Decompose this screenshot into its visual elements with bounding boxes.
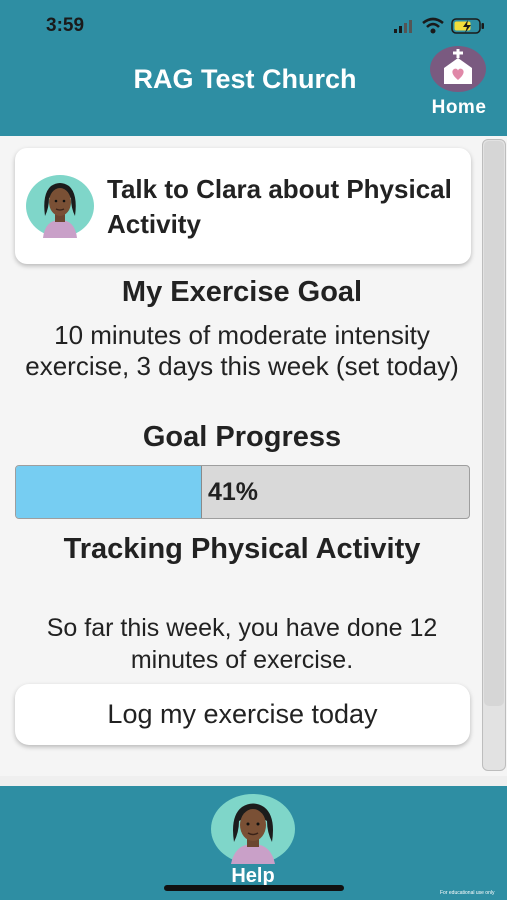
home-label: Home (431, 97, 487, 118)
home-indicator[interactable] (164, 885, 344, 891)
talk-to-clara-button[interactable]: Talk to Clara about Physical Activity (15, 148, 471, 264)
talk-to-clara-label: Talk to Clara about Physical Activity (107, 174, 452, 239)
battery-icon (451, 17, 487, 35)
page-title: RAG Test Church (133, 64, 357, 94)
log-exercise-button[interactable]: Log my exercise today (15, 684, 470, 745)
help-button[interactable]: Help (205, 792, 301, 888)
tracking-summary: So far this week, you have done 12 minut… (46, 614, 438, 674)
educational-use-note: For educational use only (440, 890, 495, 896)
goal-progress-label: 41% (208, 478, 259, 506)
clara-help-avatar-icon (211, 794, 295, 864)
tracking-activity-heading: Tracking Physical Activity (63, 533, 421, 565)
scrollbar-thumb[interactable] (484, 141, 504, 706)
exercise-goal-description: 10 minutes of moderate intensity exercis… (25, 320, 459, 381)
status-time: 3:59 (46, 15, 85, 36)
home-button[interactable]: Home (418, 44, 500, 124)
exercise-goal-heading: My Exercise Goal (121, 276, 363, 308)
scrollbar[interactable] (482, 139, 506, 771)
clara-avatar-icon (25, 174, 95, 238)
goal-progress-heading: Goal Progress (142, 421, 342, 453)
goal-progress-fill (16, 466, 202, 518)
wifi-icon (421, 16, 445, 36)
church-home-icon (430, 46, 486, 92)
